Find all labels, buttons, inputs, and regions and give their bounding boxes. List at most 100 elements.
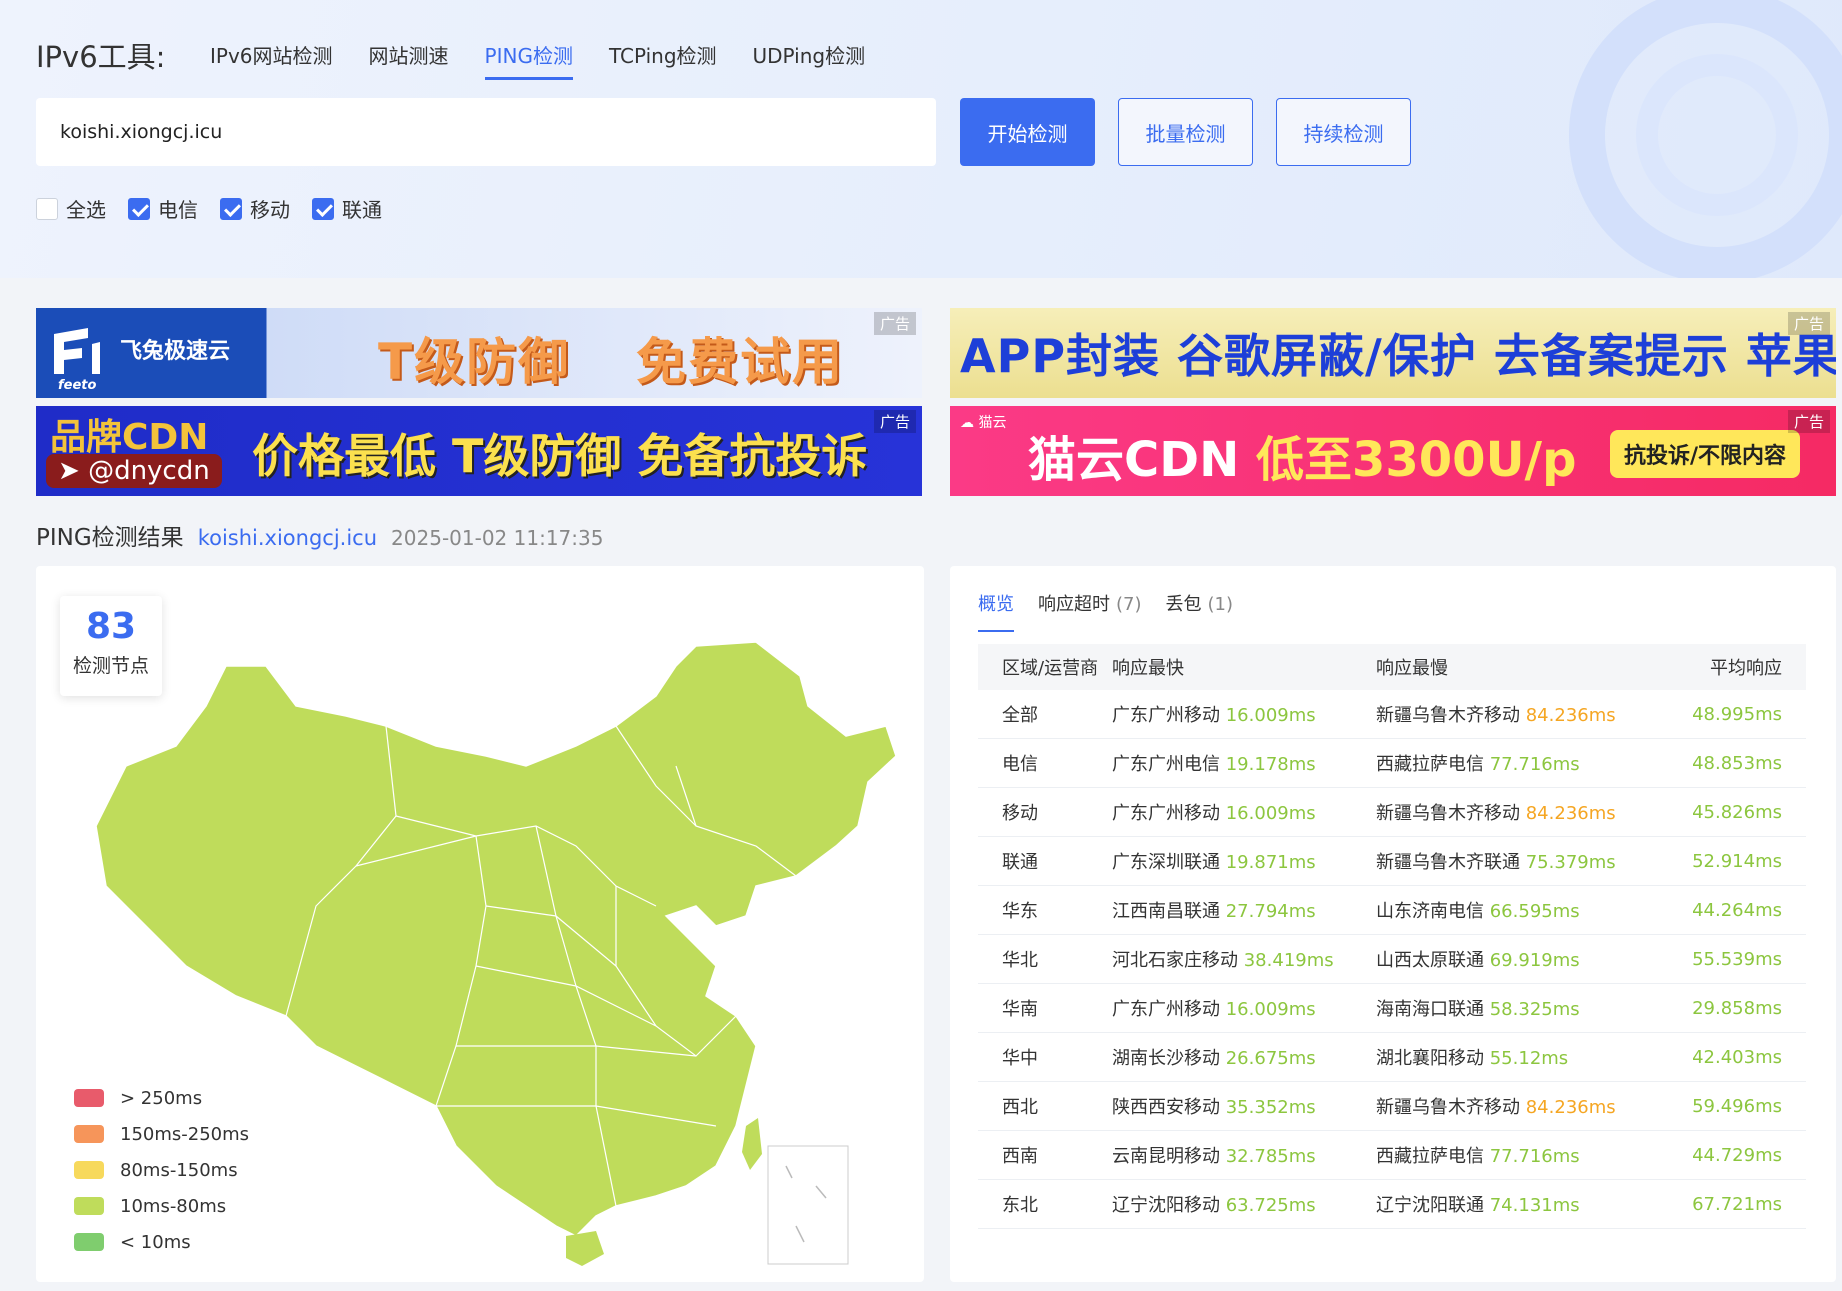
cell-average: 55.539ms bbox=[1692, 948, 1782, 970]
cell-slowest: 新疆乌鲁木齐移动 84.236ms bbox=[1376, 1093, 1674, 1119]
cell-region: 华东 bbox=[1002, 901, 1038, 922]
tab-timeout[interactable]: 响应超时 (7) bbox=[1038, 590, 1142, 632]
batch-check-button[interactable]: 批量检测 bbox=[1118, 98, 1253, 166]
fastest-location: 辽宁沈阳移动 bbox=[1112, 1195, 1220, 1216]
table-row[interactable]: 华中 湖南长沙移动 26.675ms 湖北襄阳移动 55.12ms 42.403ms bbox=[978, 1033, 1806, 1082]
cloud-icon: ☁ bbox=[960, 415, 979, 431]
slowest-location: 新疆乌鲁木齐联通 bbox=[1376, 852, 1520, 873]
table-row[interactable]: 华南 广东广州移动 16.009ms 海南海口联通 58.325ms 29.858ms bbox=[978, 984, 1806, 1033]
ad-banner-brand-cdn[interactable]: 品牌CDN ➤ @dnycdn 价格最低 T级防御 免备抗投诉 广告 bbox=[36, 406, 922, 496]
node-count: 83 bbox=[85, 606, 137, 647]
slowest-ms: 84.236ms bbox=[1525, 1097, 1616, 1118]
ad-text: 猫云CDN 低至3300U/p bbox=[1028, 432, 1577, 488]
continuous-check-button[interactable]: 持续检测 bbox=[1276, 98, 1411, 166]
feeto-sub: feeto bbox=[58, 378, 97, 393]
cell-fastest: 江西南昌联通 27.794ms bbox=[1112, 897, 1376, 923]
slowest-ms: 84.236ms bbox=[1525, 705, 1616, 726]
ad-banner-feeto[interactable]: 飞兔极速云 feeto T级防御 免费试用 广告 bbox=[36, 308, 922, 398]
slowest-ms: 69.919ms bbox=[1489, 950, 1580, 971]
cell-region: 华南 bbox=[1002, 999, 1038, 1020]
cell-slowest: 新疆乌鲁木齐联通 75.379ms bbox=[1376, 848, 1674, 874]
slowest-ms: 74.131ms bbox=[1489, 1195, 1580, 1216]
tab-packet-loss[interactable]: 丢包 (1) bbox=[1166, 590, 1234, 632]
fastest-location: 广东广州移动 bbox=[1112, 999, 1220, 1020]
cell-region: 华北 bbox=[1002, 950, 1038, 971]
cloud-icon-label: ☁ 猫云 bbox=[960, 415, 1007, 431]
ad-pill: 抗投诉/不限内容 bbox=[1609, 430, 1800, 478]
cell-average: 48.995ms bbox=[1692, 703, 1782, 725]
telegram-icon: ➤ bbox=[58, 456, 89, 486]
cell-slowest: 西藏拉萨电信 77.716ms bbox=[1376, 1142, 1674, 1168]
ad-banner-app-wrap[interactable]: APP封装 谷歌屏蔽/保护 去备案提示 苹果签名 广告 bbox=[950, 308, 1836, 398]
slowest-location: 海南海口联通 bbox=[1376, 999, 1484, 1020]
slowest-location: 新疆乌鲁木齐移动 bbox=[1376, 1097, 1520, 1118]
cell-region: 西南 bbox=[1002, 1146, 1038, 1167]
checkbox-unicom[interactable]: 联通 bbox=[312, 194, 382, 223]
header-region: 区域/运营商 bbox=[1002, 658, 1099, 679]
table-row[interactable]: 华东 江西南昌联通 27.794ms 山东济南电信 66.595ms 44.264ms bbox=[978, 886, 1806, 935]
legend-swatch bbox=[74, 1125, 104, 1143]
cell-region: 移动 bbox=[1002, 803, 1038, 824]
table-row[interactable]: 西南 云南昆明移动 32.785ms 西藏拉萨电信 77.716ms 44.729ms bbox=[978, 1131, 1806, 1180]
slowest-ms: 77.716ms bbox=[1489, 754, 1580, 775]
ad-tag: 广告 bbox=[1787, 410, 1830, 433]
table-row[interactable]: 东北 辽宁沈阳移动 63.725ms 辽宁沈阳联通 74.131ms 67.721ms bbox=[978, 1180, 1806, 1229]
latency-legend: > 250ms 150ms-250ms 80ms-150ms 10ms-80ms… bbox=[74, 1080, 249, 1260]
slowest-location: 辽宁沈阳联通 bbox=[1376, 1195, 1484, 1216]
nav-site-speed[interactable]: 网站测速 bbox=[369, 40, 449, 80]
fastest-location: 广东广州电信 bbox=[1112, 754, 1220, 775]
taiwan-island[interactable] bbox=[742, 1118, 762, 1170]
legend-item[interactable]: 10ms-80ms bbox=[74, 1188, 249, 1224]
header-average: 平均响应 bbox=[1710, 658, 1782, 679]
table-row[interactable]: 电信 广东广州电信 19.178ms 西藏拉萨电信 77.716ms 48.853ms bbox=[978, 739, 1806, 788]
table-row[interactable]: 西北 陕西西安移动 35.352ms 新疆乌鲁木齐移动 84.236ms 59.496… bbox=[978, 1082, 1806, 1131]
checkbox-telecom[interactable]: 电信 bbox=[128, 194, 198, 223]
checkbox-checked-icon[interactable] bbox=[220, 197, 242, 220]
slowest-location: 山东济南电信 bbox=[1376, 901, 1484, 922]
cell-region: 西北 bbox=[1002, 1097, 1038, 1118]
ad-tag: 广告 bbox=[1787, 312, 1830, 335]
ad-tag: 广告 bbox=[873, 312, 916, 335]
host-input[interactable] bbox=[36, 98, 936, 166]
nav-tcping[interactable]: TCPing检测 bbox=[609, 40, 717, 80]
checkbox-select-all[interactable]: 全选 bbox=[36, 194, 106, 223]
ad-text-t-defense: T级防御 bbox=[378, 333, 571, 391]
table-row[interactable]: 移动 广东广州移动 16.009ms 新疆乌鲁木齐移动 84.236ms 45.826… bbox=[978, 788, 1806, 837]
tool-nav: IPv6网站检测 网站测速 PING检测 TCPing检测 UDPing检测 bbox=[210, 40, 865, 80]
legend-item[interactable]: < 10ms bbox=[74, 1224, 249, 1260]
cell-average: 44.264ms bbox=[1692, 899, 1782, 921]
legend-item[interactable]: 80ms-150ms bbox=[74, 1152, 249, 1188]
nav-udping[interactable]: UDPing检测 bbox=[753, 40, 866, 80]
hainan-island[interactable] bbox=[566, 1231, 604, 1266]
result-tabs: 概览 响应超时 (7) 丢包 (1) bbox=[978, 590, 1233, 632]
slowest-location: 新疆乌鲁木齐移动 bbox=[1376, 803, 1520, 824]
table-row[interactable]: 联通 广东深圳联通 19.871ms 新疆乌鲁木齐联通 75.379ms 52.914… bbox=[978, 837, 1806, 886]
fastest-ms: 38.419ms bbox=[1243, 950, 1334, 971]
table-row[interactable]: 华北 河北石家庄移动 38.419ms 山西太原联通 69.919ms 55.539m… bbox=[978, 935, 1806, 984]
tab-overview[interactable]: 概览 bbox=[978, 590, 1014, 632]
cell-average: 42.403ms bbox=[1692, 1046, 1782, 1068]
table-row[interactable]: 全部 广东广州移动 16.009ms 新疆乌鲁木齐移动 84.236ms 48.995… bbox=[978, 690, 1806, 739]
result-domain-link[interactable]: koishi.xiongcj.icu bbox=[198, 526, 377, 550]
slowest-ms: 66.595ms bbox=[1489, 901, 1580, 922]
result-header: PING检测结果 koishi.xiongcj.icu 2025-01-02 1… bbox=[36, 518, 603, 552]
node-count-label: 检测节点 bbox=[72, 655, 149, 677]
cell-fastest: 广东广州电信 19.178ms bbox=[1112, 750, 1376, 776]
legend-item[interactable]: 150ms-250ms bbox=[74, 1116, 249, 1152]
checkbox-checked-icon[interactable] bbox=[128, 197, 150, 220]
cell-average: 67.721ms bbox=[1692, 1193, 1782, 1215]
cell-average: 45.826ms bbox=[1692, 801, 1782, 823]
slowest-ms: 58.325ms bbox=[1489, 999, 1580, 1020]
ad-banner-maoyun-cdn[interactable]: ☁ 猫云 猫云CDN 低至3300U/p 抗投诉/不限内容 广告 bbox=[950, 406, 1836, 496]
checkbox-icon[interactable] bbox=[36, 197, 58, 220]
legend-item[interactable]: > 250ms bbox=[74, 1080, 249, 1116]
checkbox-mobile[interactable]: 移动 bbox=[220, 194, 290, 223]
slowest-ms: 84.236ms bbox=[1525, 803, 1616, 824]
nav-ping[interactable]: PING检测 bbox=[484, 40, 573, 80]
start-check-button[interactable]: 开始检测 bbox=[960, 98, 1095, 166]
cell-fastest: 辽宁沈阳移动 63.725ms bbox=[1112, 1191, 1376, 1217]
feeto-logo-icon bbox=[54, 328, 100, 374]
checkbox-checked-icon[interactable] bbox=[312, 197, 334, 220]
nav-ipv6-site[interactable]: IPv6网站检测 bbox=[210, 40, 333, 80]
fastest-location: 江西南昌联通 bbox=[1112, 901, 1220, 922]
